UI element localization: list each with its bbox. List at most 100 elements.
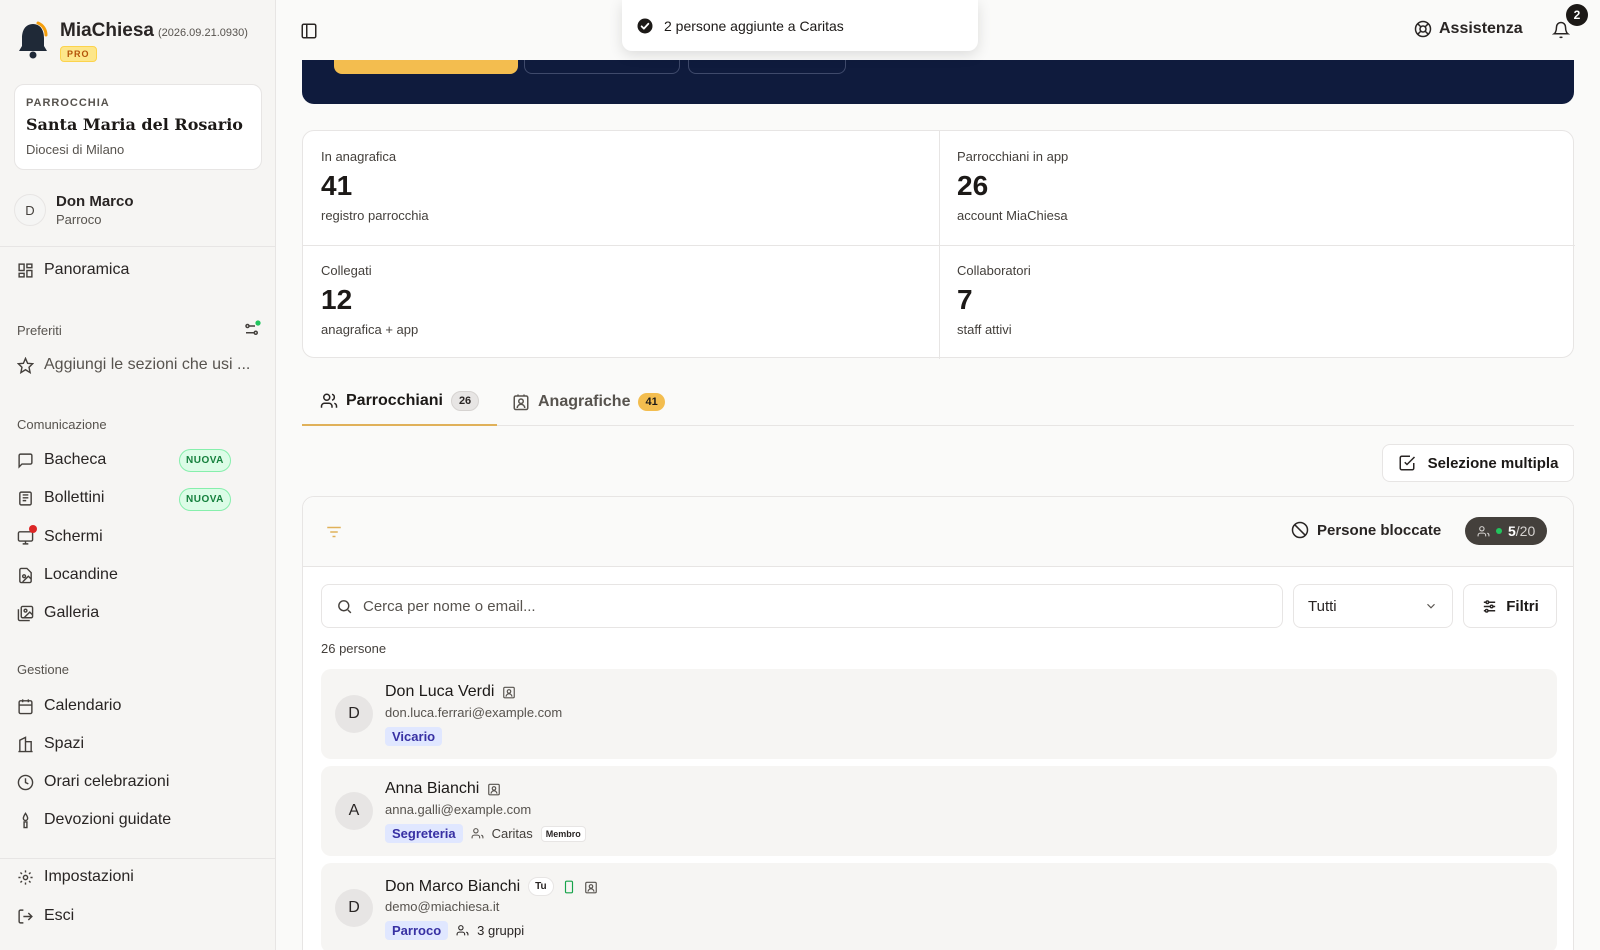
nav-label: Orari celebrazioni	[44, 773, 170, 790]
user-profile[interactable]: D Don Marco Parroco	[14, 193, 134, 227]
parish-diocese: Diocesi di Milano	[26, 142, 125, 157]
search-icon	[338, 599, 352, 613]
candle-icon	[22, 811, 29, 828]
nav-item-galleria[interactable]: Galleria	[17, 604, 99, 622]
message-square-icon	[18, 452, 33, 469]
list-item[interactable]: A Anna Bianchi anna.galli@example.com Se…	[321, 766, 1557, 856]
nav-item-spazi[interactable]: Spazi	[17, 735, 84, 753]
gear-icon	[18, 869, 33, 885]
people-panel: Persone bloccate 5/20 Tutti Filtri 26 pe…	[302, 496, 1574, 950]
status-dot	[1496, 528, 1502, 534]
tab-label: Anagrafiche	[538, 393, 631, 410]
star-icon	[17, 356, 34, 374]
people-count: 26 persone	[321, 641, 387, 656]
filters-label: Filtri	[1506, 597, 1539, 615]
avatar: A	[335, 792, 373, 830]
pro-badge: PRO	[60, 46, 97, 62]
nav-label: Schermi	[44, 528, 103, 545]
monitor-icon	[17, 524, 37, 546]
multi-select-button[interactable]: Selezione multipla	[1382, 444, 1574, 482]
tab-count: 26	[450, 391, 480, 411]
nav-item-panoramica[interactable]: Panoramica	[17, 261, 129, 279]
quota-total: /20	[1515, 523, 1536, 539]
nav-item-bacheca[interactable]: Bacheca	[17, 451, 106, 469]
search-input[interactable]	[363, 597, 1243, 615]
contact-card-icon	[488, 783, 501, 796]
search-field[interactable]	[321, 584, 1283, 628]
user-name: Don Marco	[56, 193, 134, 210]
you-badge: Tu	[528, 877, 554, 896]
avatar: D	[335, 695, 373, 733]
nav-item-bollettini[interactable]: Bollettini	[17, 489, 104, 507]
list-item[interactable]: D Don Marco Bianchi Tu demo@miachiesa.it…	[321, 863, 1557, 950]
toast-notification: 2 persone aggiunte a Caritas	[622, 0, 978, 51]
person-name-line: Don Luca Verdi	[385, 683, 516, 701]
stat-value: 12	[321, 284, 353, 315]
nav-label: Bollettini	[44, 489, 105, 506]
tab-anagrafiche[interactable]: Anagrafiche 41	[512, 378, 665, 426]
stat-in-anagrafica: In anagrafica 41 registro parrocchia	[303, 131, 939, 245]
parish-card[interactable]: PARROCCHIA Santa Maria del Rosario Dioce…	[14, 84, 262, 170]
select-value: Tutti	[1308, 597, 1337, 615]
type-select[interactable]: Tutti	[1293, 584, 1453, 628]
chevron-down-icon	[1427, 603, 1435, 609]
sidebar-toggle-icon[interactable]	[300, 22, 318, 40]
contact-card-icon	[513, 394, 529, 411]
tab-label: Parrocchiani	[346, 392, 443, 409]
nav-label: Galleria	[44, 604, 100, 621]
stat-collegati: Collegati 12 anagrafica + app	[303, 245, 939, 359]
nav-item-calendario[interactable]: Calendario	[17, 697, 121, 715]
role-tag: Segreteria	[385, 824, 463, 843]
notification-count-badge: 2	[1566, 4, 1588, 26]
blocked-label: Persone bloccate	[1317, 521, 1442, 539]
gallery-icon	[17, 605, 34, 621]
help-button[interactable]: Assistenza	[1414, 20, 1523, 38]
nav-item-esci[interactable]: Esci	[17, 907, 74, 925]
nav-item-impostazioni[interactable]: Impostazioni	[17, 868, 134, 886]
new-badge: NUOVA	[179, 488, 231, 511]
contact-card-icon	[503, 686, 516, 699]
divider	[0, 858, 276, 859]
person-name: Don Marco Bianchi	[385, 877, 521, 895]
stat-value: 26	[957, 170, 989, 201]
stat-sub: anagrafica + app	[321, 322, 419, 337]
person-name-line: Don Marco Bianchi Tu	[385, 877, 598, 896]
tab-parrocchiani[interactable]: Parrocchiani 26	[302, 378, 498, 426]
nav-label: Calendario	[44, 697, 122, 714]
person-email: anna.galli@example.com	[385, 802, 532, 817]
brand[interactable]: MiaChiesa (2026.09.21.0930) PRO	[16, 20, 248, 62]
logout-icon	[18, 908, 33, 924]
stat-value: 41	[321, 170, 353, 201]
manage-favorites-icon[interactable]	[243, 320, 261, 338]
favorites-hint[interactable]: Aggiungi le sezioni che usi ...	[17, 356, 250, 374]
nav-item-schermi[interactable]: Schermi	[17, 524, 103, 546]
group-role-badge: Membro	[540, 825, 586, 842]
avatar: D	[335, 889, 373, 927]
panel-header: Persone bloccate 5/20	[303, 497, 1573, 567]
blocked-people-button[interactable]: Persone bloccate	[1291, 521, 1441, 539]
ban-icon	[1291, 521, 1309, 539]
nav-item-devozioni-guidate[interactable]: Devozioni guidate	[17, 811, 171, 829]
smartphone-icon	[564, 880, 573, 893]
stat-sub: registro parrocchia	[321, 208, 429, 223]
filter-lines-icon[interactable]	[325, 523, 343, 541]
avatar: D	[14, 194, 46, 226]
contact-card-icon	[584, 881, 597, 893]
nav-label: Panoramica	[44, 261, 130, 278]
nav-item-orari-celebrazioni[interactable]: Orari celebrazioni	[17, 773, 169, 791]
divider	[0, 246, 276, 247]
list-item[interactable]: D Don Luca Verdi don.luca.ferrari@exampl…	[321, 669, 1557, 759]
stat-parrocchiani-in-app: Parrocchiani in app 26 account MiaChiesa	[939, 131, 1575, 245]
quota-badge: 5/20	[1465, 517, 1548, 545]
filters-button[interactable]: Filtri	[1463, 584, 1557, 628]
check-circle-icon	[636, 17, 654, 35]
nav-item-locandine[interactable]: Locandine	[17, 566, 118, 584]
favorites-hint-label: Aggiungi le sezioni che usi ...	[44, 356, 251, 373]
file-image-icon	[19, 567, 32, 583]
person-tags: Vicario	[385, 727, 443, 746]
stat-sub: staff attivi	[957, 322, 1012, 337]
bell-icon[interactable]	[1552, 20, 1570, 40]
person-name: Don Luca Verdi	[385, 683, 495, 700]
person-tags: Segreteria Caritas Membro	[385, 824, 586, 843]
users-icon	[456, 925, 469, 936]
